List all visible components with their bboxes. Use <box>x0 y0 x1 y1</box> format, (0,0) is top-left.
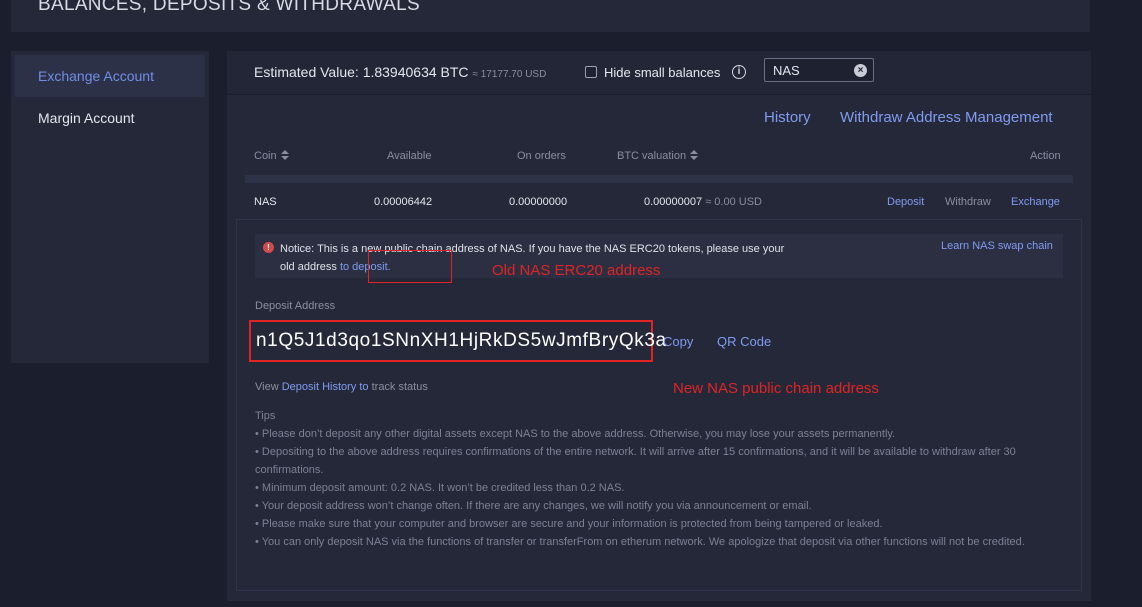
page-header: BALANCES, DEPOSITS & WITHDRAWALS <box>11 0 1090 32</box>
copy-button[interactable]: Copy <box>663 334 693 349</box>
row-on-orders: 0.00000000 <box>509 196 568 208</box>
balances-panel: Estimated Value: 1.83940634 BTC ≈ 17177.… <box>227 51 1091 601</box>
estimated-value-usd: ≈ 17177.70 USD <box>472 69 547 80</box>
sort-icon[interactable] <box>690 149 699 161</box>
deposit-history-link[interactable]: Deposit History to <box>282 381 369 393</box>
learn-nas-swap-chain-link[interactable]: Learn NAS swap chain <box>941 240 1053 252</box>
sidebar: Exchange Account Margin Account <box>11 51 209 363</box>
withdraw-button[interactable]: Withdraw <box>945 196 991 208</box>
column-btc-valuation[interactable]: BTC valuation <box>617 149 699 162</box>
coin-search-input[interactable] <box>769 61 849 79</box>
column-action: Action <box>1030 150 1061 162</box>
hide-small-balances-label[interactable]: Hide small balances <box>604 65 720 80</box>
tip-item: • You can only deposit NAS via the funct… <box>255 536 1025 548</box>
view-suffix: track status <box>371 381 428 393</box>
estimated-value-bar: Estimated Value: 1.83940634 BTC ≈ 17177.… <box>227 51 1091 95</box>
column-btc-valuation-label: BTC valuation <box>617 150 687 162</box>
estimated-value: Estimated Value: 1.83940634 BTC ≈ 17177.… <box>254 64 546 80</box>
estimated-value-label: Estimated Value: <box>254 64 359 80</box>
column-coin[interactable]: Coin <box>254 149 289 162</box>
deposit-button[interactable]: Deposit <box>887 196 924 208</box>
deposit-address: n1Q5J1d3qo1SNnXH1HjRkDS5wJmfBryQk3a <box>256 330 667 351</box>
withdraw-address-management-link[interactable]: Withdraw Address Management <box>840 109 1053 126</box>
row-coin: NAS <box>254 196 277 208</box>
sidebar-item-margin-account[interactable]: Margin Account <box>15 97 205 139</box>
sidebar-item-exchange-account[interactable]: Exchange Account <box>15 55 205 97</box>
row-usd-value: ≈ 0.00 USD <box>705 196 762 208</box>
history-link[interactable]: History <box>764 109 811 126</box>
deposit-history-line: View Deposit History to track status <box>255 381 428 393</box>
tip-item: • Depositing to the above address requir… <box>255 446 1016 476</box>
row-btc-valuation: 0.00000007 ≈ 0.00 USD <box>644 196 762 208</box>
coin-search-box[interactable]: × <box>764 58 874 82</box>
info-icon[interactable]: i <box>732 65 746 79</box>
warning-icon: ! <box>263 242 274 253</box>
tip-item: • Your deposit address won’t change ofte… <box>255 500 812 512</box>
annotation-box-old-address <box>368 250 452 283</box>
deposit-panel: ! Notice: This is a new public chain add… <box>236 219 1082 591</box>
column-coin-label: Coin <box>254 150 277 162</box>
view-prefix: View <box>255 381 279 393</box>
table-header-divider <box>245 175 1073 183</box>
deposit-address-box: n1Q5J1d3qo1SNnXH1HjRkDS5wJmfBryQk3a <box>249 320 666 362</box>
annotation-new-address: New NAS public chain address <box>673 380 879 397</box>
tip-item: • Please make sure that your computer an… <box>255 518 883 530</box>
tip-item: • Please don’t deposit any other digital… <box>255 428 896 440</box>
column-available: Available <box>387 150 432 162</box>
page-title: BALANCES, DEPOSITS & WITHDRAWALS <box>38 0 420 15</box>
qr-code-button[interactable]: QR Code <box>717 334 771 349</box>
row-btc-value: 0.00000007 <box>644 196 703 208</box>
exchange-button[interactable]: Exchange <box>1011 196 1060 208</box>
row-available: 0.00006442 <box>374 196 433 208</box>
annotation-old-address: Old NAS ERC20 address <box>492 262 661 279</box>
estimated-value-btc: 1.83940634 BTC <box>362 64 469 80</box>
column-on-orders: On orders <box>517 150 566 162</box>
deposit-address-label: Deposit Address <box>255 300 336 312</box>
hide-small-balances-checkbox[interactable] <box>585 66 597 78</box>
sort-icon[interactable] <box>280 149 289 161</box>
tips-section: Tips • Please don’t deposit any other di… <box>255 407 1067 551</box>
clear-search-icon[interactable]: × <box>854 64 867 77</box>
tip-item: • Minimum deposit amount: 0.2 NAS. It wo… <box>255 482 625 494</box>
tips-title: Tips <box>255 410 276 422</box>
